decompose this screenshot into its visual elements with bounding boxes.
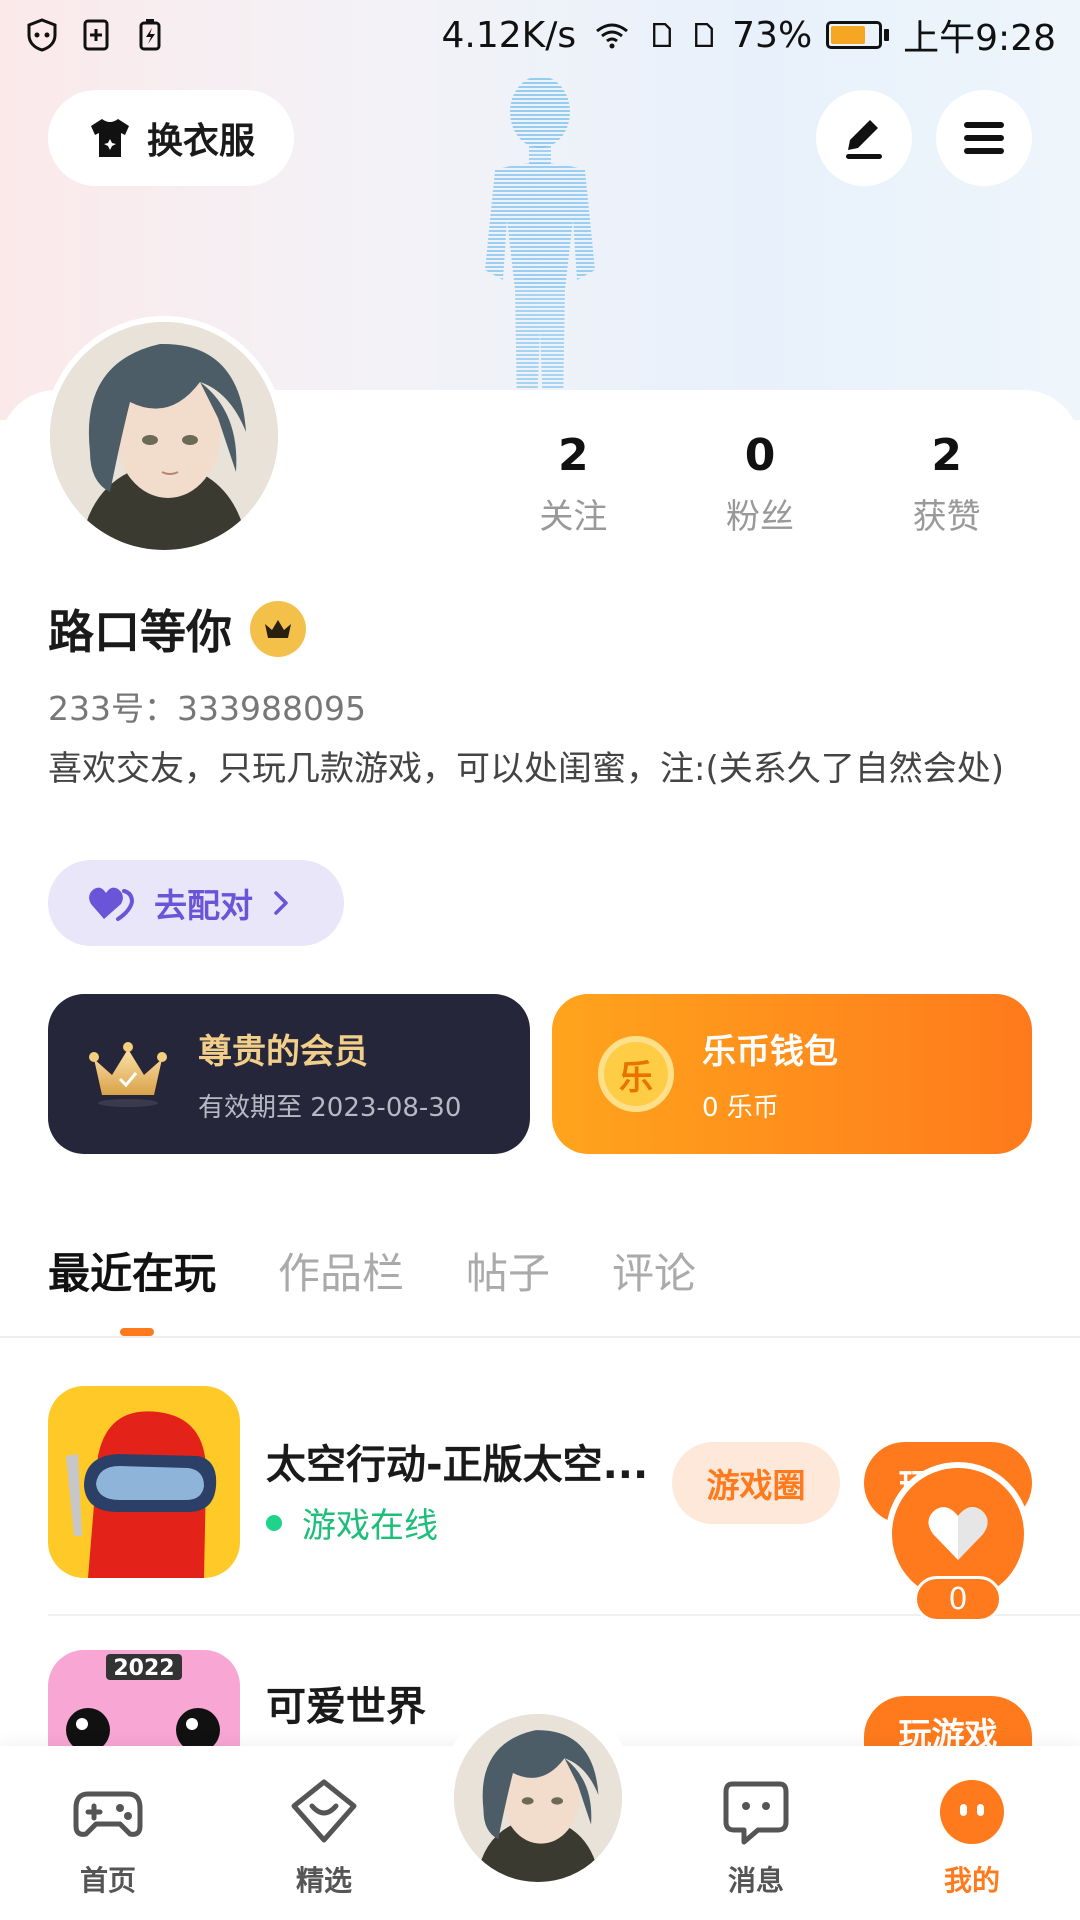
stat-label: 关注 — [539, 497, 608, 537]
tab-works[interactable]: 作品栏 — [278, 1240, 404, 1301]
game-name: 太空行动-正版太空... — [266, 1442, 649, 1488]
heart-icon — [928, 1507, 988, 1560]
active-tab-indicator — [120, 1328, 154, 1336]
game-online-status: 游戏在线 — [266, 1498, 438, 1547]
profile-tabs: 最近在玩 作品栏 帖子 评论 — [48, 1240, 696, 1301]
bottom-navbar: 首页 精选 消息 我的 — [0, 1698, 1080, 1920]
stat-value: 2 — [931, 430, 962, 481]
gamepad-icon — [73, 1791, 143, 1837]
nav-featured[interactable]: 精选 — [254, 1776, 394, 1899]
match-button[interactable]: 去配对 — [48, 860, 344, 946]
change-outfit-label: 换衣服 — [146, 121, 255, 162]
nav-home[interactable]: 首页 — [38, 1776, 178, 1899]
clock: 上午9:28 — [903, 18, 1056, 59]
avatar-illustration — [50, 322, 278, 550]
stat-label: 获赞 — [912, 497, 981, 537]
wallet-title: 乐币钱包 — [702, 1032, 838, 1072]
nav-mine[interactable]: 我的 — [902, 1776, 1042, 1899]
nav-label: 消息 — [727, 1864, 784, 1897]
pen-icon — [846, 120, 882, 159]
sim-plus-icon — [83, 19, 109, 51]
cute-world-icon: 2022 — [48, 1650, 240, 1746]
tabs-divider — [0, 1336, 1080, 1338]
message-icon — [723, 1781, 789, 1845]
change-outfit-button[interactable]: 换衣服 — [48, 90, 294, 186]
tab-recent[interactable]: 最近在玩 — [48, 1240, 216, 1301]
profile-avatar[interactable] — [44, 316, 284, 556]
battery-icon — [826, 21, 890, 49]
game-circle-button[interactable]: 游戏圈 — [672, 1442, 840, 1524]
vip-title: 尊贵的会员 — [198, 1032, 368, 1072]
vip-crown-badge[interactable] — [250, 601, 306, 657]
crown-icon — [265, 620, 291, 638]
vip-expiry: 有效期至 2023-08-30 — [198, 1093, 462, 1123]
user-bio: 喜欢交友，只玩几款游戏，可以处闺蜜，注:(关系久了自然会处) — [48, 749, 1004, 789]
wifi-icon — [596, 23, 629, 49]
stat-likes[interactable]: 2 获赞 — [853, 430, 1040, 538]
game-icon[interactable]: 2022 — [48, 1650, 240, 1746]
edit-profile-button[interactable] — [816, 90, 912, 186]
battery-percent: 73% — [732, 14, 813, 56]
stat-following[interactable]: 2 关注 — [480, 430, 667, 538]
stat-value: 0 — [744, 430, 776, 481]
battery-charging-icon — [139, 19, 161, 51]
wallet-card[interactable]: 乐 乐币钱包 0 乐币 — [552, 994, 1032, 1154]
coin-icon: 乐 — [598, 1036, 674, 1112]
gold-crown-icon — [89, 1042, 167, 1107]
heart-chat-icon — [291, 1779, 357, 1843]
stat-label: 粉丝 — [726, 497, 794, 537]
vip-card[interactable]: 尊贵的会员 有效期至 2023-08-30 — [48, 994, 530, 1154]
nav-label: 精选 — [295, 1864, 352, 1897]
user-id: 233号：333988095 — [48, 689, 366, 728]
stat-fans[interactable]: 0 粉丝 — [667, 430, 854, 538]
avatar-hologram — [485, 76, 595, 410]
online-dot — [266, 1514, 282, 1531]
crewmate-icon — [48, 1386, 240, 1578]
tab-comments[interactable]: 评论 — [612, 1240, 696, 1301]
sim2-icon — [695, 22, 714, 48]
game-icon[interactable] — [48, 1386, 240, 1578]
like-count-badge: 0 — [914, 1576, 1002, 1622]
nav-label: 首页 — [79, 1864, 136, 1897]
play-game-button[interactable]: 玩游戏 — [864, 1696, 1032, 1746]
wallet-balance: 0 乐币 — [702, 1093, 779, 1123]
tab-posts[interactable]: 帖子 — [466, 1240, 550, 1301]
avatar-illustration — [454, 1714, 622, 1882]
hamburger-icon — [964, 122, 1004, 154]
nav-avatar — [454, 1714, 622, 1882]
sim1-icon — [653, 22, 672, 48]
stat-value: 2 — [558, 430, 589, 481]
list-item[interactable]: 太空行动-正版太空... 游戏在线 游戏圈 玩游戏 — [48, 1386, 1032, 1582]
nav-avatar-button[interactable] — [438, 1698, 638, 1898]
match-label: 去配对 — [154, 886, 253, 925]
username-row: 路口等你 — [48, 596, 306, 662]
status-text: 游戏在线 — [302, 1506, 438, 1546]
shield-icon — [27, 18, 57, 52]
chevron-right-icon — [274, 891, 288, 915]
face-icon — [940, 1780, 1004, 1844]
nav-messages[interactable]: 消息 — [686, 1776, 826, 1899]
network-speed: 4.12K/s — [441, 14, 577, 56]
username: 路口等你 — [48, 605, 232, 659]
nav-label: 我的 — [943, 1864, 1000, 1897]
menu-button[interactable] — [936, 90, 1032, 186]
stats-row: 2 关注 0 粉丝 2 获赞 — [480, 430, 1040, 538]
icon-year: 2022 — [113, 1656, 174, 1681]
tshirt-icon — [90, 119, 129, 157]
double-heart-icon — [89, 887, 135, 921]
status-bar: 4.12K/s 73% 上午9:28 — [0, 0, 1080, 70]
